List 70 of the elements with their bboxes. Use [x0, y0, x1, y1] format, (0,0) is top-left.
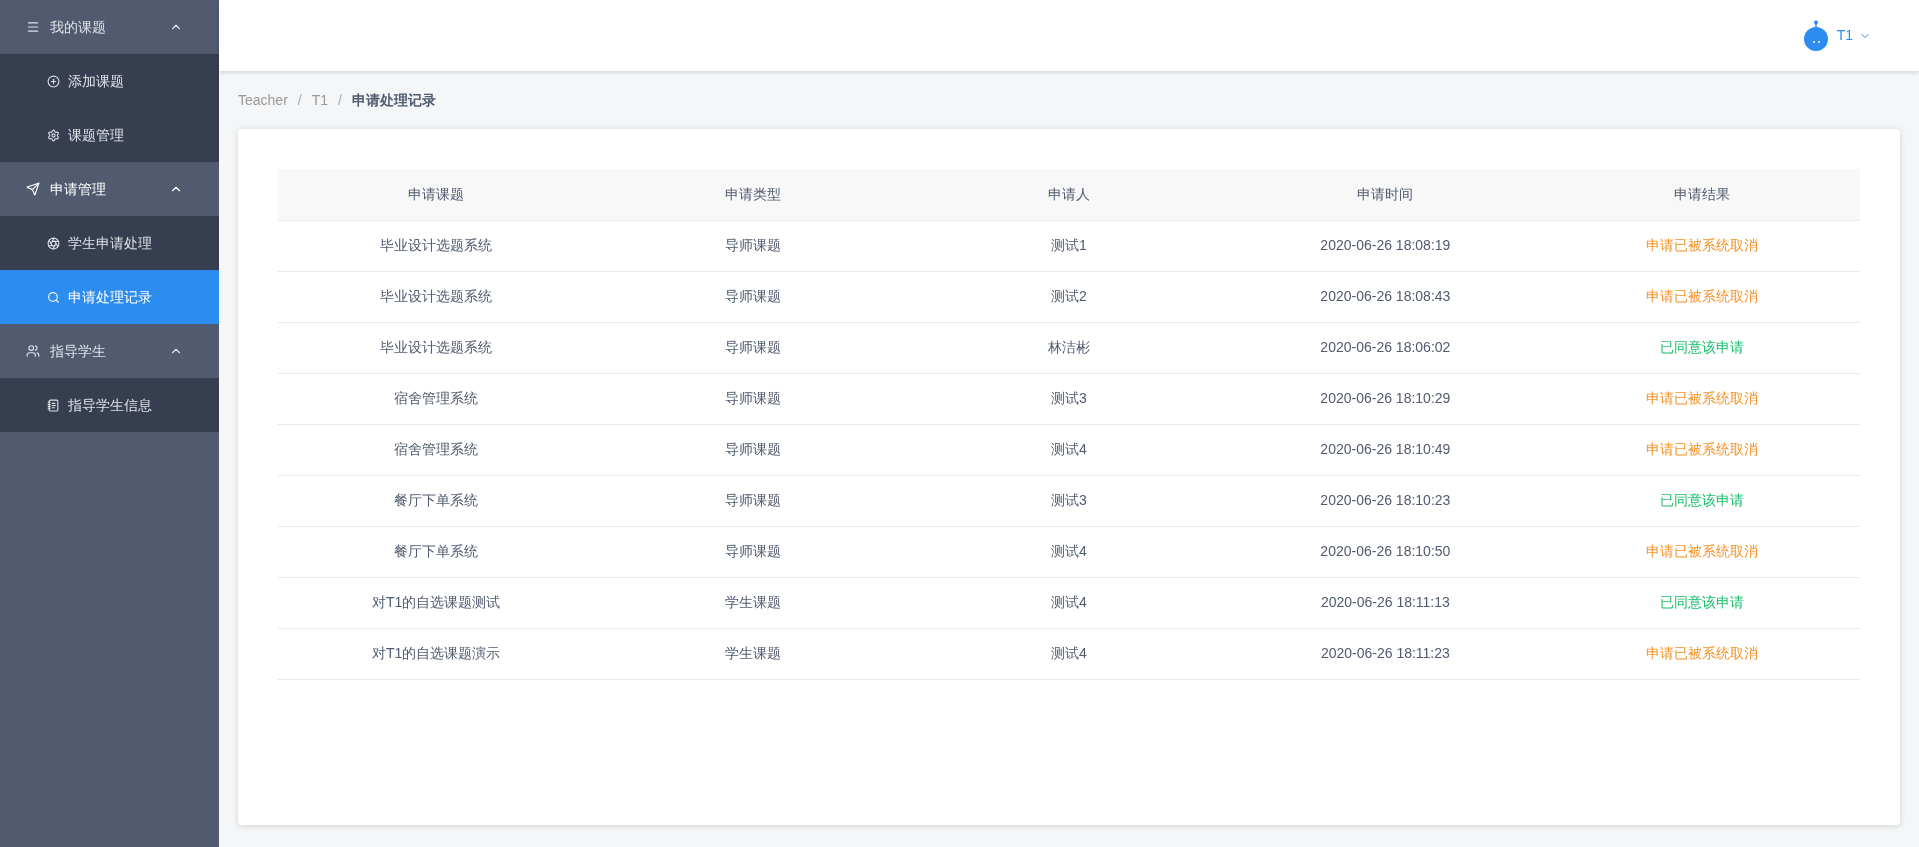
table-cell: 测试2 [910, 271, 1228, 322]
table-cell: 毕业设计选题系统 [278, 220, 595, 271]
table-cell: 2020-06-26 18:06:02 [1227, 322, 1544, 373]
plus-circle-icon [47, 74, 60, 88]
table-cell: 测试3 [910, 373, 1228, 424]
table-cell: 导师课题 [594, 373, 911, 424]
menu-group-header[interactable]: 我的课题 [0, 0, 219, 54]
aperture-icon [47, 236, 60, 250]
table-cell: 宿舍管理系统 [278, 373, 595, 424]
table-cell: 学生课题 [594, 628, 911, 679]
result-cell: 申请已被系统取消 [1543, 271, 1860, 322]
table-cell: 测试4 [910, 424, 1228, 475]
table-cell: 导师课题 [594, 271, 911, 322]
table-cell: 2020-06-26 18:10:49 [1227, 424, 1544, 475]
result-cell: 申请已被系统取消 [1543, 373, 1860, 424]
menu-item[interactable]: 添加课题 [0, 54, 219, 108]
table-cell: 测试4 [910, 628, 1228, 679]
table-cell: 2020-06-26 18:10:23 [1227, 475, 1544, 526]
menu-item[interactable]: 指导学生信息 [0, 378, 219, 432]
column-header: 申请人 [910, 169, 1228, 220]
menu-icon [26, 20, 40, 34]
table-cell: 2020-06-26 18:10:29 [1227, 373, 1544, 424]
table-cell: 导师课题 [594, 424, 911, 475]
breadcrumb-current: 申请处理记录 [351, 90, 436, 110]
table-cell: 宿舍管理系统 [278, 424, 595, 475]
table-cell: 2020-06-26 18:11:23 [1227, 628, 1544, 679]
table-cell: 2020-06-26 18:08:43 [1227, 271, 1544, 322]
result-cell: 申请已被系统取消 [1543, 424, 1860, 475]
breadcrumb-separator: / [297, 90, 302, 110]
table-cell: 对T1的自选课题演示 [278, 628, 595, 679]
gear-icon [47, 128, 60, 142]
table-cell: 导师课题 [594, 220, 911, 271]
table-cell: 对T1的自选课题测试 [278, 577, 595, 628]
table-cell: 导师课题 [594, 526, 911, 577]
result-cell: 已同意该申请 [1543, 577, 1860, 628]
breadcrumb-separator: / [338, 90, 342, 110]
menu-group-header[interactable]: 申请管理 [0, 162, 219, 216]
menu-item[interactable]: 课题管理 [0, 108, 219, 162]
column-header: 申请结果 [1543, 169, 1860, 220]
table-cell: 导师课题 [594, 322, 911, 373]
result-cell: 申请已被系统取消 [1543, 628, 1860, 679]
column-header: 申请时间 [1227, 169, 1544, 220]
table-cell: 毕业设计选题系统 [278, 322, 595, 373]
table-cell: 毕业设计选题系统 [278, 271, 595, 322]
menu-item[interactable]: 申请处理记录 [0, 270, 219, 324]
column-header: 申请类型 [594, 169, 911, 220]
result-cell: 已同意该申请 [1543, 475, 1860, 526]
table-cell: 测试3 [910, 475, 1228, 526]
result-cell: 已同意该申请 [1543, 322, 1860, 373]
table-cell: 2020-06-26 18:10:50 [1227, 526, 1544, 577]
notebook-icon [47, 398, 60, 412]
table-cell: 测试1 [910, 220, 1228, 271]
user-menu[interactable]: T1 [1800, 19, 1871, 52]
table-cell: 导师课题 [594, 475, 911, 526]
table-cell: 餐厅下单系统 [278, 526, 595, 577]
table-cell: 学生课题 [594, 577, 911, 628]
table-cell: 测试4 [910, 577, 1228, 628]
people-icon [26, 344, 40, 358]
table-cell: 2020-06-26 18:11:13 [1227, 577, 1544, 628]
column-header: 申请课题 [278, 169, 595, 220]
paper-plane-icon [26, 182, 40, 196]
result-cell: 申请已被系统取消 [1543, 526, 1860, 577]
table-cell: 餐厅下单系统 [278, 475, 595, 526]
table-cell: 林洁彬 [910, 322, 1228, 373]
table-cell: 2020-06-26 18:08:19 [1227, 220, 1544, 271]
result-cell: 申请已被系统取消 [1543, 220, 1860, 271]
menu-group-header[interactable]: 指导学生 [0, 324, 219, 378]
menu-item[interactable]: 学生申请处理 [0, 216, 219, 270]
table-cell: 测试4 [910, 526, 1228, 577]
search-icon [47, 290, 60, 304]
